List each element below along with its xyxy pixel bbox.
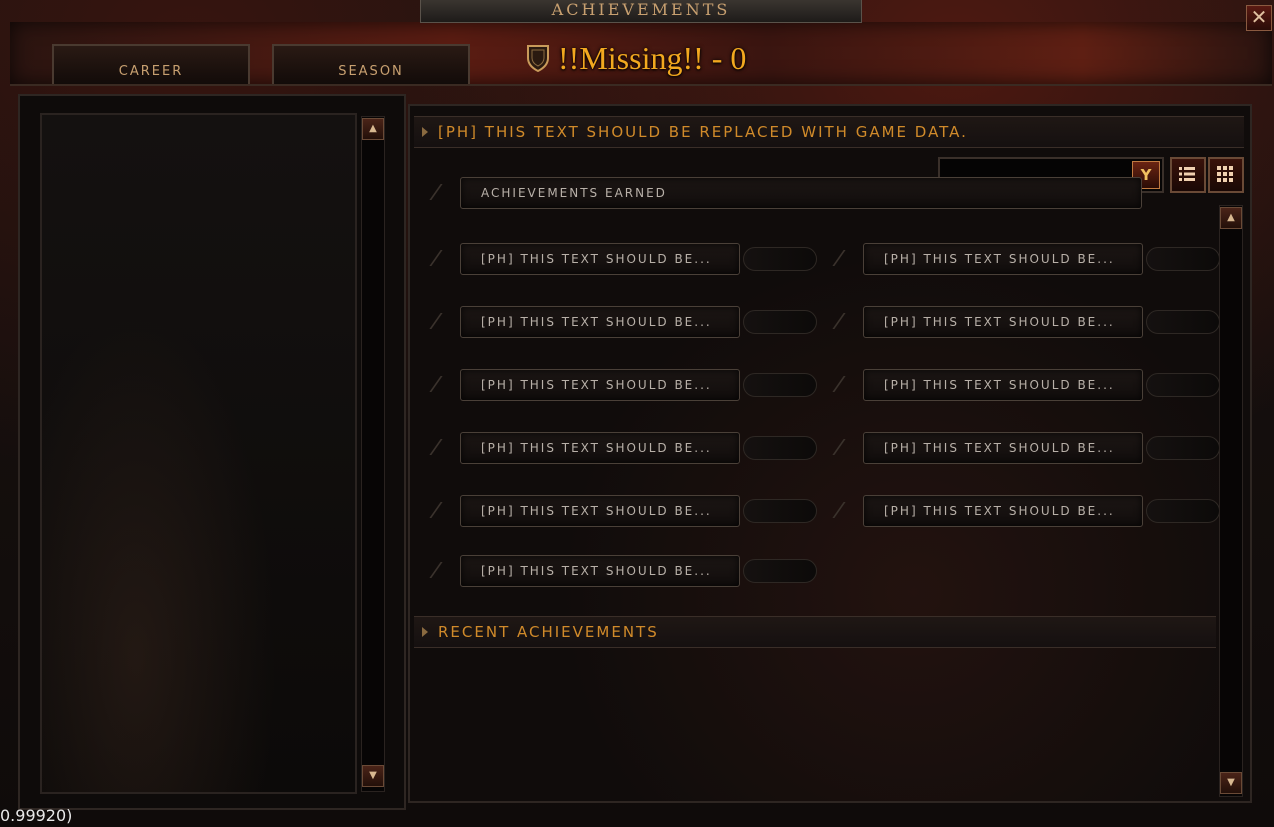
ornament	[743, 436, 817, 460]
recent-achievements-header[interactable]: RECENT ACHIEVEMENTS	[414, 616, 1216, 648]
achievements-earned-bar: ACHIEVEMENTS EARNED	[460, 177, 1142, 209]
list-view-button[interactable]	[1170, 157, 1206, 193]
achievement-item-label: [PH] THIS TEXT SHOULD BE...	[884, 441, 1115, 455]
grid-view-button[interactable]	[1208, 157, 1244, 193]
list-icon	[1179, 167, 1195, 181]
category-list[interactable]	[40, 113, 357, 794]
right-scrollbar[interactable]	[1219, 205, 1243, 797]
ornament	[743, 310, 817, 334]
achievement-item[interactable]: [PH] THIS TEXT SHOULD BE...	[460, 243, 817, 275]
left-scrollbar[interactable]	[361, 116, 385, 792]
right-scroll-down-button[interactable]: ▼	[1220, 772, 1242, 794]
achievement-item-label: [PH] THIS TEXT SHOULD BE...	[884, 504, 1115, 518]
achievement-item-label: [PH] THIS TEXT SHOULD BE...	[481, 378, 712, 392]
achievements-window: ACHIEVEMENTS ✕ CAREER SEASON !!Missing!!…	[0, 0, 1274, 827]
ornament	[743, 499, 817, 523]
achievement-item[interactable]: [PH] THIS TEXT SHOULD BE...	[460, 306, 817, 338]
ornament	[1146, 247, 1220, 271]
ornament	[743, 559, 817, 583]
achievement-item[interactable]: [PH] THIS TEXT SHOULD BE...	[460, 369, 817, 401]
achievement-item[interactable]: [PH] THIS TEXT SHOULD BE...	[863, 495, 1220, 527]
achievement-item[interactable]: [PH] THIS TEXT SHOULD BE...	[863, 306, 1220, 338]
achievement-item[interactable]: [PH] THIS TEXT SHOULD BE...	[460, 555, 817, 587]
right-scroll-up-button[interactable]: ▲	[1220, 207, 1242, 229]
ornament	[1146, 373, 1220, 397]
ornament	[1146, 436, 1220, 460]
close-button[interactable]: ✕	[1246, 5, 1272, 31]
achievement-item-label: [PH] THIS TEXT SHOULD BE...	[481, 315, 712, 329]
achievement-item[interactable]: [PH] THIS TEXT SHOULD BE...	[863, 243, 1220, 275]
achievement-item[interactable]: [PH] THIS TEXT SHOULD BE...	[460, 432, 817, 464]
achievements-earned-label: ACHIEVEMENTS EARNED	[481, 186, 667, 200]
tab-season[interactable]: SEASON	[272, 44, 470, 84]
season-title-text: !!Missing!! - 0	[558, 39, 747, 76]
left-scroll-up-button[interactable]: ▲	[362, 118, 384, 140]
achievement-item-label: [PH] THIS TEXT SHOULD BE...	[884, 252, 1115, 266]
recent-achievements-text: RECENT ACHIEVEMENTS	[438, 623, 659, 641]
achievement-item[interactable]: [PH] THIS TEXT SHOULD BE...	[863, 369, 1220, 401]
window-title-plate: ACHIEVEMENTS	[420, 0, 862, 23]
achievement-item-label: [PH] THIS TEXT SHOULD BE...	[481, 441, 712, 455]
left-scroll-down-button[interactable]: ▼	[362, 765, 384, 787]
tab-season-label: SEASON	[338, 64, 404, 79]
category-header-text: [PH] THIS TEXT SHOULD BE REPLACED WITH G…	[438, 123, 968, 141]
achievement-item-label: [PH] THIS TEXT SHOULD BE...	[481, 504, 712, 518]
achievement-item-label: [PH] THIS TEXT SHOULD BE...	[884, 378, 1115, 392]
grid-icon	[1217, 166, 1233, 182]
arrow-down-icon: ▼	[1227, 777, 1235, 788]
expand-arrow-icon	[422, 127, 428, 137]
expand-arrow-icon	[422, 627, 428, 637]
achievement-item-label: [PH] THIS TEXT SHOULD BE...	[884, 315, 1115, 329]
ornament	[743, 373, 817, 397]
achievement-item-label: [PH] THIS TEXT SHOULD BE...	[481, 252, 712, 266]
achievement-item[interactable]: [PH] THIS TEXT SHOULD BE...	[460, 495, 817, 527]
ornament	[1146, 499, 1220, 523]
arrow-up-icon: ▲	[369, 123, 377, 134]
tab-career-label: CAREER	[118, 64, 184, 79]
achievement-item-label: [PH] THIS TEXT SHOULD BE...	[481, 564, 712, 578]
arrow-down-icon: ▼	[369, 770, 377, 781]
close-icon: ✕	[1250, 5, 1268, 29]
season-title: !!Missing!! - 0	[526, 38, 746, 78]
ornament	[1146, 310, 1220, 334]
status-readout: 0.99920)	[0, 806, 73, 825]
category-header[interactable]: [PH] THIS TEXT SHOULD BE REPLACED WITH G…	[414, 116, 1244, 148]
ornament	[743, 247, 817, 271]
window-title: ACHIEVEMENTS	[551, 0, 731, 19]
tab-career[interactable]: CAREER	[52, 44, 250, 84]
arrow-up-icon: ▲	[1227, 212, 1235, 223]
achievement-item[interactable]: [PH] THIS TEXT SHOULD BE...	[863, 432, 1220, 464]
shield-icon	[527, 45, 549, 72]
